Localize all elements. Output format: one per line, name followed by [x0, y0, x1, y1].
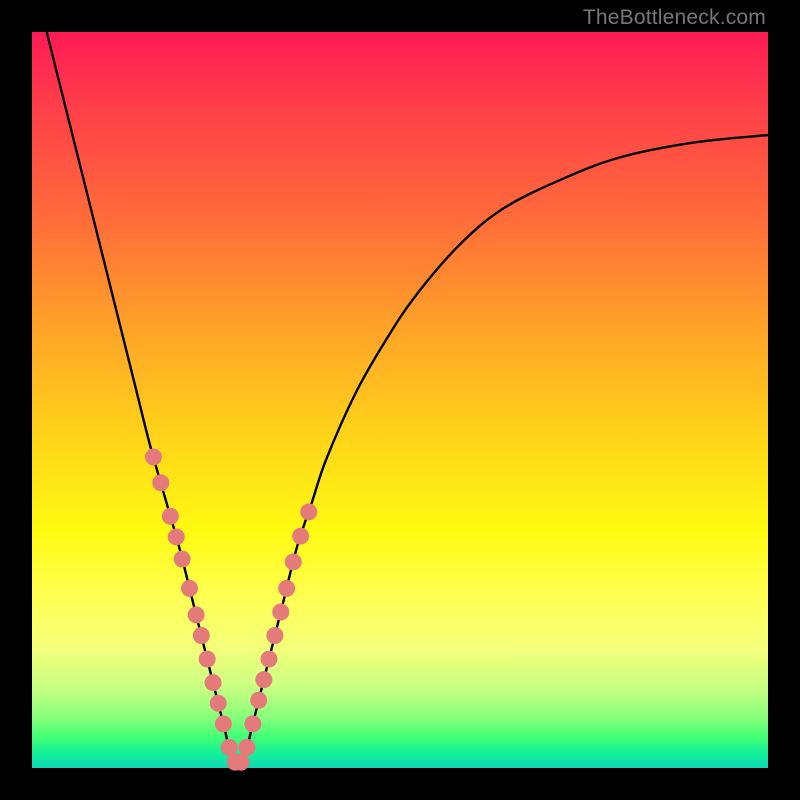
chart-overlay-svg — [32, 32, 768, 768]
right-branch-dots-dot — [255, 671, 272, 688]
valley-dots-dot — [238, 739, 255, 756]
left-branch-dots-dot — [181, 580, 198, 597]
left-branch-dots-dot — [193, 627, 210, 644]
bottleneck-curve — [32, 0, 768, 768]
valley-dots-dot — [221, 739, 238, 756]
left-branch-dots-dot — [162, 508, 179, 525]
chart-frame: TheBottleneck.com — [0, 0, 800, 800]
left-branch-dots-dot — [205, 674, 222, 691]
left-branch-dots-dot — [174, 550, 191, 567]
left-branch-dots-dot — [152, 474, 169, 491]
valley-dots-dot — [233, 754, 250, 771]
right-branch-dots-dot — [260, 651, 277, 668]
watermark-text: TheBottleneck.com — [583, 6, 766, 30]
right-branch-dots-dot — [272, 603, 289, 620]
right-branch-dots-dot — [285, 553, 302, 570]
valley-dots-dot — [215, 715, 232, 732]
right-branch-dots-dot — [300, 503, 317, 520]
left-branch-dots-dot — [145, 449, 162, 466]
right-branch-dots-dot — [278, 580, 295, 597]
left-branch-dots-dot — [168, 528, 185, 545]
left-branch-dots-dot — [188, 606, 205, 623]
right-branch-dots-dot — [292, 528, 309, 545]
left-branch-dots-dot — [210, 695, 227, 712]
right-branch-dots-dot — [250, 692, 267, 709]
right-branch-dots-dot — [266, 627, 283, 644]
data-dots-group — [145, 449, 317, 771]
right-branch-dots-dot — [244, 715, 261, 732]
left-branch-dots-dot — [199, 651, 216, 668]
